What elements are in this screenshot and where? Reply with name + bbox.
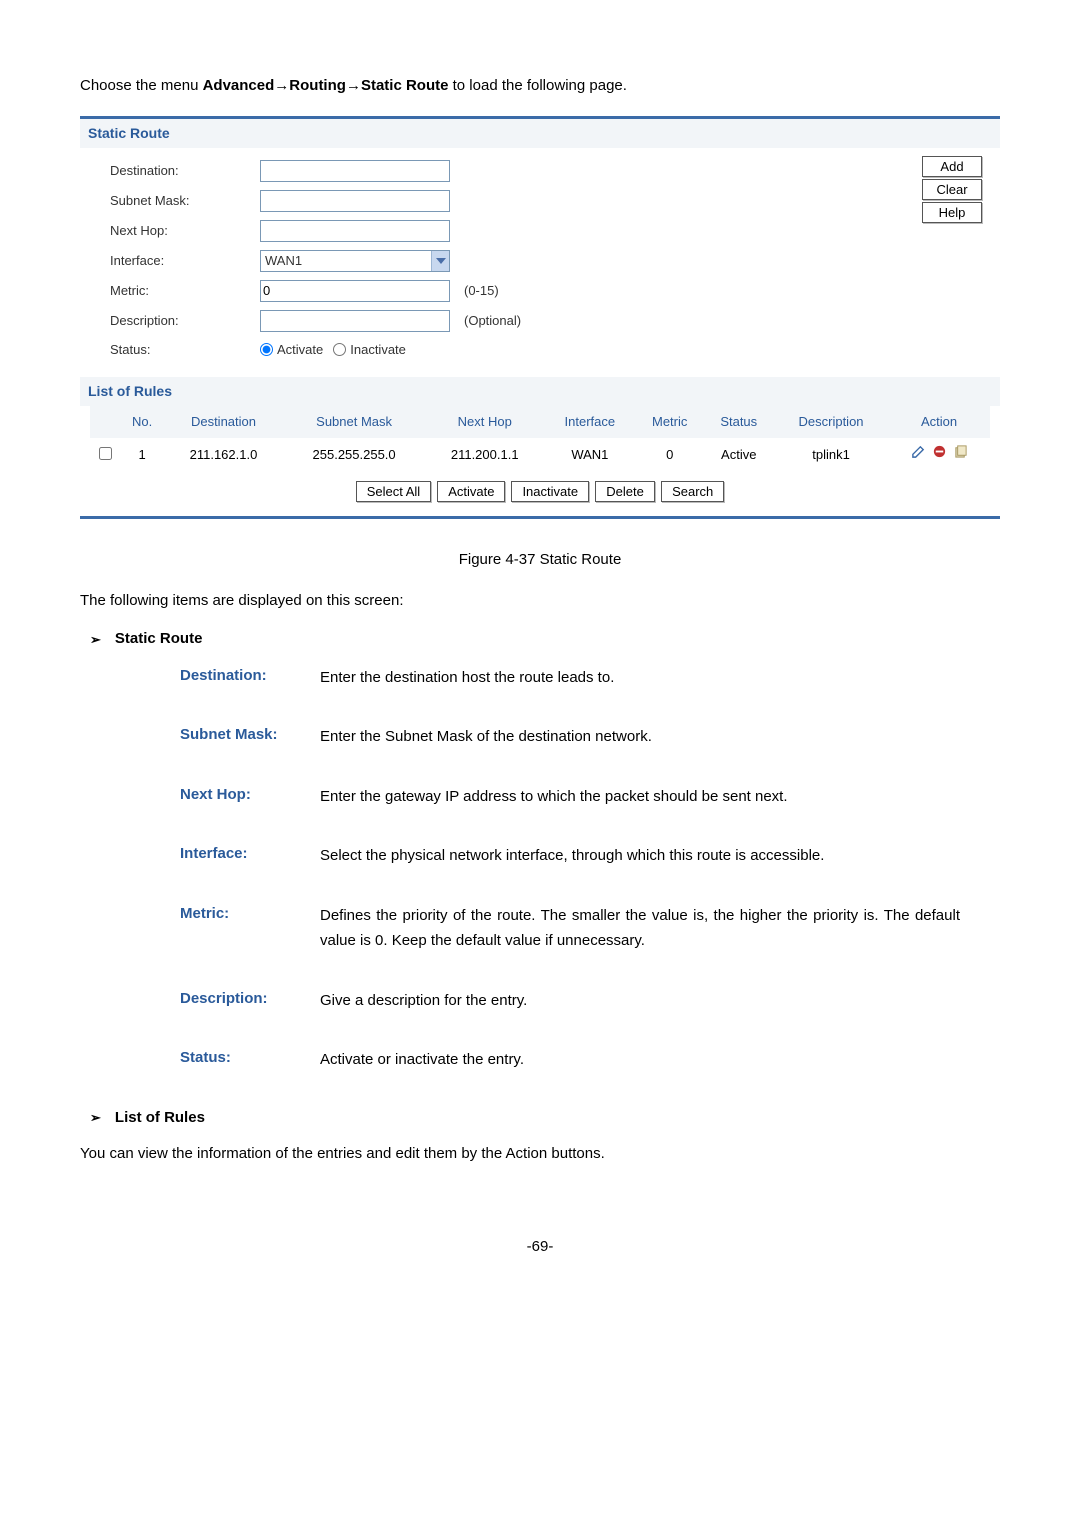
th-checkbox xyxy=(90,406,120,438)
section-title-static-route: Static Route xyxy=(80,119,1000,148)
def-term: Subnet Mask: xyxy=(180,724,320,750)
def-term: Next Hop: xyxy=(180,784,320,810)
cell-destination: 211.162.1.0 xyxy=(164,438,283,472)
definitions: Destination: Enter the destination host … xyxy=(80,665,1000,1073)
select-all-button[interactable]: Select All xyxy=(356,481,431,502)
nav-suffix: to load the following page. xyxy=(448,77,626,94)
metric-hint: (0-15) xyxy=(464,281,499,301)
def-desc: Give a description for the entry. xyxy=(320,988,960,1014)
cell-no: 1 xyxy=(120,438,164,472)
nav-instruction: Choose the menu Advanced→Routing→Static … xyxy=(80,75,1000,98)
page-number: -69- xyxy=(80,1236,1000,1259)
cell-status: Active xyxy=(704,438,774,472)
chevron-down-icon xyxy=(431,251,449,271)
nav-path-1: Routing xyxy=(289,77,346,94)
status-inactivate-radio[interactable] xyxy=(333,343,346,356)
cell-description: tplink1 xyxy=(774,438,888,472)
def-row: Destination: Enter the destination host … xyxy=(180,665,960,691)
label-destination: Destination: xyxy=(110,161,260,181)
delete-button[interactable]: Delete xyxy=(595,481,655,502)
metric-input[interactable] xyxy=(260,280,450,302)
row-checkbox[interactable] xyxy=(99,447,112,460)
cell-metric: 0 xyxy=(636,438,704,472)
interface-select[interactable]: WAN1 xyxy=(260,250,450,272)
def-desc: Enter the Subnet Mask of the destination… xyxy=(320,724,960,750)
next-hop-input[interactable] xyxy=(260,220,450,242)
def-term: Status: xyxy=(180,1047,320,1073)
def-row: Status: Activate or inactivate the entry… xyxy=(180,1047,960,1073)
figure-caption: Figure 4-37 Static Route xyxy=(80,549,1000,572)
def-row: Metric: Defines the priority of the rout… xyxy=(180,903,960,954)
activate-button[interactable]: Activate xyxy=(437,481,505,502)
def-term: Description: xyxy=(180,988,320,1014)
table-row: 1 211.162.1.0 255.255.255.0 211.200.1.1 … xyxy=(90,438,990,472)
nav-path-0: Advanced xyxy=(203,77,275,94)
def-desc: Select the physical network interface, t… xyxy=(320,843,960,869)
move-icon[interactable] xyxy=(953,444,968,465)
th-metric: Metric xyxy=(636,406,704,438)
rules-table: No. Destination Subnet Mask Next Hop Int… xyxy=(90,406,990,471)
nav-prefix: Choose the menu xyxy=(80,77,203,94)
def-term: Destination: xyxy=(180,665,320,691)
th-description: Description xyxy=(774,406,888,438)
destination-input[interactable] xyxy=(260,160,450,182)
th-subnet-mask: Subnet Mask xyxy=(283,406,426,438)
nav-path-2: Static Route xyxy=(361,77,449,94)
bullet-list-rules-text: List of Rules xyxy=(115,1107,205,1130)
table-area: No. Destination Subnet Mask Next Hop Int… xyxy=(80,406,1000,516)
status-activate-radio[interactable] xyxy=(260,343,273,356)
inactivate-button[interactable]: Inactivate xyxy=(511,481,589,502)
label-next-hop: Next Hop: xyxy=(110,221,260,241)
cell-next-hop: 211.200.1.1 xyxy=(425,438,544,472)
label-description: Description: xyxy=(110,311,260,331)
help-button[interactable]: Help xyxy=(922,202,982,223)
def-desc: Enter the gateway IP address to which th… xyxy=(320,784,960,810)
label-subnet-mask: Subnet Mask: xyxy=(110,191,260,211)
label-status: Status: xyxy=(110,340,260,360)
def-row: Next Hop: Enter the gateway IP address t… xyxy=(180,784,960,810)
def-term: Metric: xyxy=(180,903,320,954)
static-route-panel: Static Route Destination: Subnet Mask: N… xyxy=(80,116,1000,520)
bullet-static-route: ➢ Static Route xyxy=(90,628,1000,651)
def-row: Interface: Select the physical network i… xyxy=(180,843,960,869)
label-metric: Metric: xyxy=(110,281,260,301)
label-interface: Interface: xyxy=(110,251,260,271)
th-no: No. xyxy=(120,406,164,438)
th-destination: Destination xyxy=(164,406,283,438)
side-buttons: Add Clear Help xyxy=(922,156,982,223)
interface-value: WAN1 xyxy=(265,251,302,271)
th-next-hop: Next Hop xyxy=(425,406,544,438)
cell-interface: WAN1 xyxy=(544,438,636,472)
bullet-list-of-rules: ➢ List of Rules xyxy=(90,1107,1000,1130)
th-action: Action xyxy=(888,406,990,438)
def-desc: Defines the priority of the route. The s… xyxy=(320,903,960,954)
status-inactivate-label: Inactivate xyxy=(350,340,406,360)
section-title-list-rules: List of Rules xyxy=(80,377,1000,406)
def-term: Interface: xyxy=(180,843,320,869)
description-input[interactable] xyxy=(260,310,450,332)
clear-button[interactable]: Clear xyxy=(922,179,982,200)
def-row: Description: Give a description for the … xyxy=(180,988,960,1014)
subnet-mask-input[interactable] xyxy=(260,190,450,212)
cell-action xyxy=(888,438,990,472)
def-desc: Enter the destination host the route lea… xyxy=(320,665,960,691)
bottom-buttons: Select All Activate Inactivate Delete Se… xyxy=(90,481,990,502)
description-hint: (Optional) xyxy=(464,311,521,331)
form-area: Destination: Subnet Mask: Next Hop: Inte… xyxy=(80,148,1000,378)
delete-icon[interactable] xyxy=(932,444,947,465)
bullet-static-route-text: Static Route xyxy=(115,628,203,651)
th-status: Status xyxy=(704,406,774,438)
cell-subnet-mask: 255.255.255.0 xyxy=(283,438,426,472)
edit-icon[interactable] xyxy=(911,444,926,465)
def-desc: Activate or inactivate the entry. xyxy=(320,1047,960,1073)
items-intro: The following items are displayed on thi… xyxy=(80,590,1000,613)
add-button[interactable]: Add xyxy=(922,156,982,177)
def-row: Subnet Mask: Enter the Subnet Mask of th… xyxy=(180,724,960,750)
arrow-icon: ➢ xyxy=(90,630,101,650)
after-text: You can view the information of the entr… xyxy=(80,1143,1000,1166)
search-button[interactable]: Search xyxy=(661,481,724,502)
status-activate-label: Activate xyxy=(277,340,323,360)
arrow-icon: ➢ xyxy=(90,1108,101,1128)
th-interface: Interface xyxy=(544,406,636,438)
